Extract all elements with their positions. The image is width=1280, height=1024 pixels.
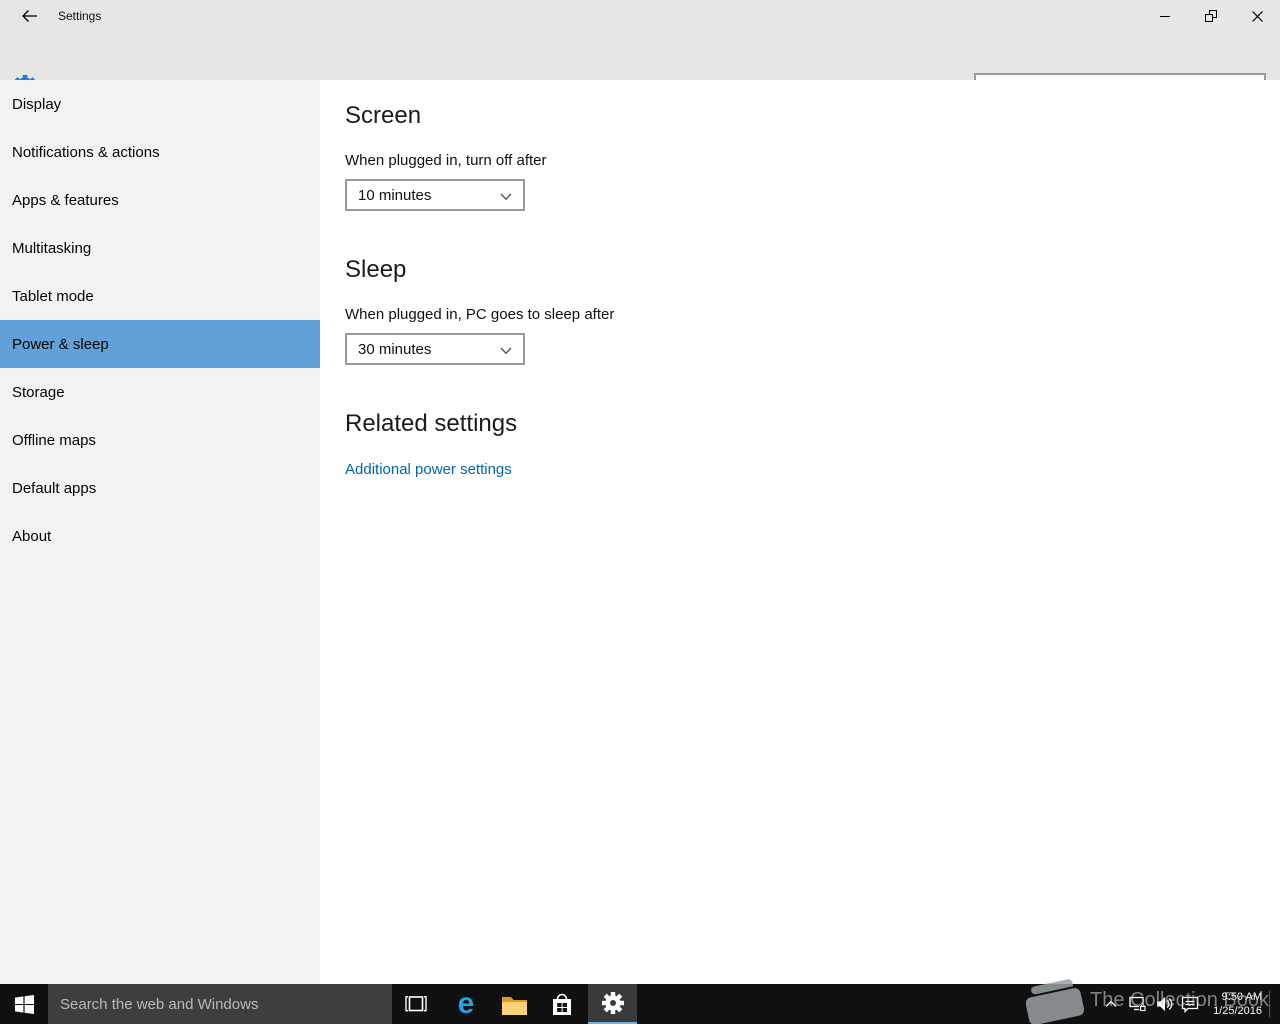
- settings-content: Screen When plugged in, turn off after 1…: [320, 80, 1280, 984]
- dropdown-value: 30 minutes: [347, 341, 431, 358]
- sidebar-item-about[interactable]: About: [0, 512, 320, 560]
- clock-time: 9:50 AM: [1222, 990, 1262, 1004]
- sidebar-item-label: Default apps: [12, 480, 96, 497]
- file-explorer-button[interactable]: [490, 984, 538, 1024]
- tray-separator: [1269, 991, 1270, 1017]
- taskbar: e: [0, 984, 1280, 1024]
- screen-turnoff-label: When plugged in, turn off after: [345, 152, 547, 169]
- task-view-icon: [404, 996, 428, 1012]
- sleep-after-label: When plugged in, PC goes to sleep after: [345, 306, 614, 323]
- screen-turnoff-dropdown[interactable]: 10 minutes: [345, 179, 525, 211]
- sidebar-item-label: Storage: [12, 384, 65, 401]
- volume-icon: [1156, 996, 1173, 1012]
- show-desktop-button[interactable]: [1271, 984, 1280, 1024]
- file-explorer-icon: [501, 994, 528, 1015]
- sidebar-item-label: Multitasking: [12, 240, 91, 257]
- sidebar-item-notifications-actions[interactable]: Notifications & actions: [0, 128, 320, 176]
- settings-window: Settings: [0, 0, 1280, 1024]
- store-icon: [550, 991, 574, 1017]
- window-controls: [1142, 0, 1280, 32]
- tray-volume-button[interactable]: [1152, 984, 1176, 1024]
- tray-chevron-button[interactable]: [1100, 984, 1122, 1024]
- sidebar-item-label: Display: [12, 96, 61, 113]
- action-center-button[interactable]: [1178, 984, 1202, 1024]
- close-icon: [1252, 11, 1263, 22]
- sidebar-item-apps-features[interactable]: Apps & features: [0, 176, 320, 224]
- sidebar-item-offline-maps[interactable]: Offline maps: [0, 416, 320, 464]
- sidebar-item-storage[interactable]: Storage: [0, 368, 320, 416]
- settings-app-button[interactable]: [588, 984, 637, 1024]
- action-center-icon: [1181, 996, 1199, 1013]
- minimize-button[interactable]: [1142, 0, 1188, 32]
- back-arrow-icon: [21, 8, 39, 24]
- settings-gear-icon: [601, 991, 625, 1015]
- sidebar-item-multitasking[interactable]: Multitasking: [0, 224, 320, 272]
- window-title: Settings: [58, 9, 101, 23]
- sidebar-item-label: Offline maps: [12, 432, 96, 449]
- titlebar: Settings: [0, 0, 1280, 32]
- restore-icon: [1205, 10, 1217, 22]
- taskbar-search-input[interactable]: [48, 984, 392, 1024]
- sidebar-item-label: Apps & features: [12, 192, 119, 209]
- store-button[interactable]: [538, 984, 586, 1024]
- chevron-up-icon: [1105, 1000, 1117, 1008]
- network-icon: [1129, 996, 1147, 1012]
- minimize-icon: [1160, 16, 1170, 17]
- sleep-heading: Sleep: [345, 256, 406, 284]
- sidebar-item-display[interactable]: Display: [0, 80, 320, 128]
- start-button[interactable]: [0, 984, 48, 1024]
- sidebar-item-power-sleep[interactable]: Power & sleep: [0, 320, 320, 368]
- dropdown-value: 10 minutes: [347, 187, 431, 204]
- taskbar-search[interactable]: [48, 984, 392, 1024]
- settings-sidebar: Display Notifications & actions Apps & f…: [0, 80, 320, 984]
- page-header: SYSTEM: [0, 32, 1280, 80]
- task-view-button[interactable]: [392, 984, 440, 1024]
- related-settings-heading: Related settings: [345, 410, 517, 438]
- sidebar-item-label: Power & sleep: [12, 336, 109, 353]
- close-button[interactable]: [1234, 0, 1280, 32]
- sidebar-item-label: About: [12, 528, 51, 545]
- back-button[interactable]: [10, 0, 50, 32]
- sleep-after-dropdown[interactable]: 30 minutes: [345, 333, 525, 365]
- start-icon: [15, 995, 34, 1014]
- sidebar-item-label: Tablet mode: [12, 288, 94, 305]
- restore-button[interactable]: [1188, 0, 1234, 32]
- additional-power-settings-link[interactable]: Additional power settings: [345, 461, 512, 478]
- dropdown-chevron-icon: [500, 193, 512, 201]
- clock-date: 1/25/2016: [1213, 1004, 1262, 1018]
- taskbar-clock[interactable]: 9:50 AM 1/25/2016: [1213, 984, 1262, 1024]
- sidebar-item-label: Notifications & actions: [12, 144, 160, 161]
- sidebar-item-tablet-mode[interactable]: Tablet mode: [0, 272, 320, 320]
- screen-heading: Screen: [345, 102, 421, 130]
- dropdown-chevron-icon: [500, 347, 512, 355]
- edge-icon: e: [458, 989, 475, 1019]
- tray-network-button[interactable]: [1126, 984, 1150, 1024]
- app-header: Settings: [0, 0, 1280, 80]
- sidebar-item-default-apps[interactable]: Default apps: [0, 464, 320, 512]
- edge-browser-button[interactable]: e: [442, 984, 490, 1024]
